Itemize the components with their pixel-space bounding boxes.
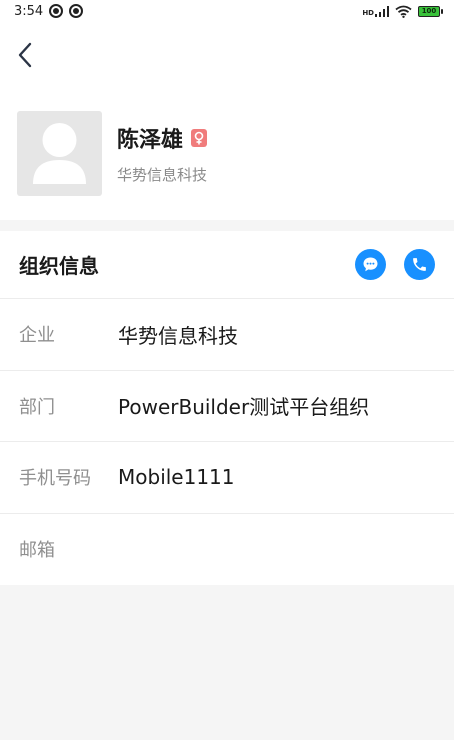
row-label: 邮箱 [19, 540, 55, 562]
network-label: HD [362, 8, 374, 17]
status-bar-left: 3:54 [14, 3, 84, 19]
chevron-left-icon [18, 42, 32, 68]
row-value[interactable]: Mobile1111 [118, 465, 235, 489]
status-time: 3:54 [14, 3, 44, 19]
section-title: 组织信息 [19, 254, 99, 278]
row-label: 部门 [19, 396, 55, 418]
row-label: 企业 [19, 325, 55, 347]
user-icon [33, 123, 86, 184]
phone-icon [413, 258, 426, 271]
notification-icon [69, 4, 84, 18]
battery-icon: 100 [418, 5, 443, 17]
name-row: 陈泽雄 [117, 122, 208, 154]
info-row-phone[interactable]: 手机号码 Mobile1111 [0, 442, 454, 514]
battery-level: 100 [421, 7, 437, 15]
org-info-header: 组织信息 [0, 231, 454, 299]
status-bar-right: HD 100 [362, 5, 443, 18]
signal-icon: HD [362, 5, 389, 17]
org-info-section: 组织信息 企业 华势信息科技 部门 PowerBuilder测试平台组织 手机号… [0, 231, 454, 585]
row-label: 手机号码 [19, 468, 91, 490]
info-row-department: 部门 PowerBuilder测试平台组织 [0, 371, 454, 442]
contact-actions [355, 249, 435, 280]
status-bar: 3:54 HD 100 [0, 0, 454, 22]
notification-icon [49, 4, 64, 18]
wifi-icon [395, 5, 412, 18]
message-button[interactable] [355, 249, 386, 280]
profile-header: 陈泽雄 华势信息科技 [0, 22, 454, 220]
contact-company: 华势信息科技 [117, 166, 208, 184]
chat-bubble-icon [363, 257, 378, 272]
row-value: PowerBuilder测试平台组织 [118, 395, 370, 420]
avatar [17, 111, 102, 196]
call-button[interactable] [404, 249, 435, 280]
info-row-company: 企业 华势信息科技 [0, 299, 454, 371]
row-value: 华势信息科技 [118, 323, 238, 348]
info-row-email[interactable]: 邮箱 [0, 514, 454, 586]
contact-name: 陈泽雄 [117, 128, 184, 153]
back-button[interactable] [10, 40, 40, 70]
female-icon [191, 129, 208, 147]
